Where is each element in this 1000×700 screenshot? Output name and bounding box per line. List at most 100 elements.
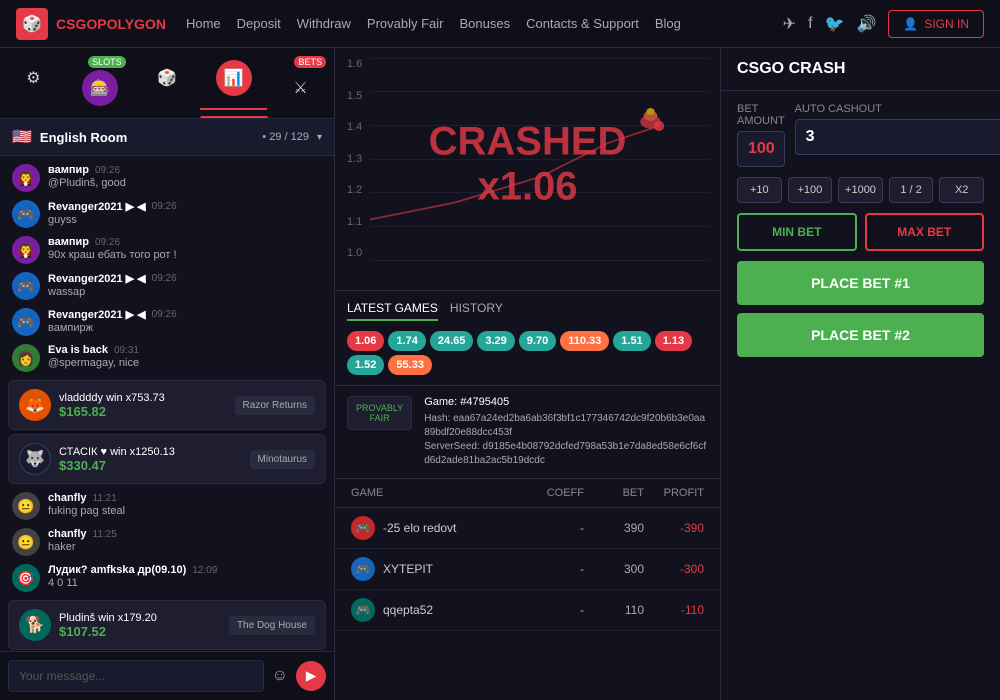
place-bet-2-button[interactable]: PLACE BET #2 [737, 313, 984, 357]
bets-icon: ⚔ [283, 70, 319, 106]
flag-icon: 🇺🇸 [12, 127, 32, 147]
slots-icon: 🎰 [82, 70, 118, 106]
avatar: 🧛 [12, 236, 40, 264]
win-card: 🐕 Pludinš win x179.20 $107.52 The Dog Ho… [8, 600, 326, 650]
game-badge[interactable]: 1.13 [655, 331, 692, 351]
player-name: -25 elo redovt [383, 521, 456, 535]
provably-fair-section: PROVABLYFAIR Game: #4795405 Hash: eaa67a… [335, 385, 720, 478]
nav-provably-fair[interactable]: Provably Fair [367, 16, 444, 31]
coeff-val: - [524, 562, 584, 576]
nav-blog[interactable]: Blog [655, 16, 681, 31]
bet-amount-input[interactable] [737, 131, 785, 167]
bets-badge: BETS [294, 56, 326, 68]
emoji-button[interactable]: ☺ [272, 667, 288, 685]
main-nav: Home Deposit Withdraw Provably Fair Bonu… [186, 16, 783, 31]
game-icons-bar: ⚙ SLOTS 🎰 🎲 📊 BETS ⚔ [0, 48, 334, 119]
main-content: ⚙ SLOTS 🎰 🎲 📊 BETS ⚔ 🇺🇸 English Room [0, 48, 1000, 700]
right-panel: CSGO CRASH BET AMOUNT AUTO CASHOUT ON [720, 48, 1000, 700]
crash-icon: 📊 [216, 60, 252, 96]
place-bet-1-button[interactable]: PLACE BET #1 [737, 261, 984, 305]
quick-btn-plus1000[interactable]: +1000 [838, 177, 883, 203]
win-card: 🦊 vladdddy win x753.73 $165.82 Razor Ret… [8, 380, 326, 430]
bet-amount-label: BET AMOUNT [737, 103, 785, 127]
quick-btn-double[interactable]: X2 [939, 177, 984, 203]
list-item: 😐 chanfly11:21 fuking pag steal [0, 488, 334, 524]
profit-val: -390 [644, 521, 704, 535]
game-badge[interactable]: 1.06 [347, 331, 384, 351]
list-item: 👩 Eva is back09:31 @spermagay, nice [0, 340, 334, 376]
game-badge[interactable]: 1.51 [613, 331, 650, 351]
win-card-avatar: 🐺 [19, 443, 51, 475]
logo-icon: 🎲 [16, 8, 48, 40]
game-badge[interactable]: 3.29 [477, 331, 514, 351]
nav-home[interactable]: Home [186, 16, 221, 31]
send-button[interactable]: ▶ [296, 661, 326, 691]
sound-icon[interactable]: 🔊 [856, 14, 876, 34]
game-icon-dice[interactable]: 🎲 [134, 56, 201, 110]
game-icon-settings[interactable]: ⚙ [0, 56, 67, 110]
game-badge[interactable]: 9.70 [519, 331, 556, 351]
bet-val: 110 [584, 603, 644, 617]
quick-btn-half[interactable]: 1 / 2 [889, 177, 934, 203]
table-header: GAME COEFF BET PROFIT [335, 479, 720, 508]
nav-deposit[interactable]: Deposit [237, 16, 281, 31]
avatar: 🎮 [351, 516, 375, 540]
auto-cashout-input[interactable] [795, 119, 1000, 155]
nav-bonuses[interactable]: Bonuses [459, 16, 510, 31]
tab-history[interactable]: HISTORY [450, 301, 503, 321]
slots-badge: SLOTS [88, 56, 126, 68]
csgo-crash-title: CSGO CRASH [721, 48, 1000, 91]
bet-controls: BET AMOUNT AUTO CASHOUT ON +10 [721, 91, 1000, 377]
telegram-icon[interactable]: ✈ [783, 14, 796, 34]
game-badge[interactable]: 24.65 [430, 331, 474, 351]
game-icon-slots[interactable]: SLOTS 🎰 [67, 56, 134, 110]
crashed-display: CRASHED x1.06 [429, 119, 627, 209]
sign-in-icon: 👤 [903, 17, 918, 31]
chat-messages: 🧛 вампир09:26 @Pludinš, good 🎮 Revanger2… [0, 156, 334, 651]
sign-in-button[interactable]: 👤 SIGN IN [888, 10, 984, 38]
avatar: 🎮 [351, 598, 375, 622]
logo[interactable]: 🎲 CSGOPOLYGON [16, 8, 166, 40]
facebook-icon[interactable]: f [808, 15, 812, 33]
game-badge[interactable]: 1.52 [347, 355, 384, 375]
provably-game-id: Game: #4795405 [424, 396, 708, 408]
avatar: 😐 [12, 528, 40, 556]
game-icon-bets[interactable]: BETS ⚔ [267, 56, 334, 110]
provably-fair-badge[interactable]: PROVABLYFAIR [347, 396, 412, 430]
avatar: 🎮 [12, 200, 40, 228]
quick-btn-plus10[interactable]: +10 [737, 177, 782, 203]
list-item: 🎮 Revanger2021 ▶ ◀09:26 wassap [0, 268, 334, 304]
crash-game-area: 1.6 1.5 1.4 1.3 1.2 1.1 1.0 [335, 48, 720, 700]
player-name: XYTEPIT [383, 562, 433, 576]
game-badge[interactable]: 1.74 [388, 331, 425, 351]
provably-server-seed: ServerSeed: d9185e4b08792dcfed798a53b1e7… [424, 440, 708, 468]
settings-icon: ⚙ [15, 60, 51, 96]
max-bet-button[interactable]: MAX BET [865, 213, 985, 251]
latest-games-tabs: LATEST GAMES HISTORY [347, 301, 708, 321]
game-badges-list: 1.06 1.74 24.65 3.29 9.70 110.33 1.51 1.… [347, 331, 708, 375]
avatar: 👩 [12, 344, 40, 372]
sidebar: ⚙ SLOTS 🎰 🎲 📊 BETS ⚔ 🇺🇸 English Room [0, 48, 335, 700]
chat-input[interactable] [8, 660, 264, 692]
game-badge[interactable]: 110.33 [560, 331, 609, 351]
crash-chart: 1.6 1.5 1.4 1.3 1.2 1.1 1.0 [335, 48, 720, 290]
min-bet-button[interactable]: MIN BET [737, 213, 857, 251]
nav-contacts[interactable]: Contacts & Support [526, 16, 639, 31]
min-max-buttons: MIN BET MAX BET [737, 213, 984, 251]
player-name: qqepta52 [383, 603, 433, 617]
twitter-icon[interactable]: 🐦 [825, 14, 845, 34]
header: 🎲 CSGOPOLYGON Home Deposit Withdraw Prov… [0, 0, 1000, 48]
quick-buttons: +10 +100 +1000 1 / 2 X2 [737, 177, 984, 203]
tab-latest-games[interactable]: LATEST GAMES [347, 301, 438, 321]
nav-withdraw[interactable]: Withdraw [297, 16, 351, 31]
profit-val: -110 [644, 603, 704, 617]
game-badge[interactable]: 55.33 [388, 355, 432, 375]
header-right: ✈ f 🐦 🔊 👤 SIGN IN [783, 10, 984, 38]
coeff-val: - [524, 603, 584, 617]
quick-btn-plus100[interactable]: +100 [788, 177, 833, 203]
game-icon-crash[interactable]: 📊 [200, 56, 267, 110]
list-item: 🎯 Лудик? amfkska др(09.10)12:09 4 0 11 [0, 560, 334, 596]
list-item: 🧛 вампир09:26 90х краш ебать того рот ! [0, 232, 334, 268]
logo-text: CSGOPOLYGON [56, 16, 166, 32]
dropdown-arrow-icon[interactable]: ▾ [317, 132, 322, 143]
